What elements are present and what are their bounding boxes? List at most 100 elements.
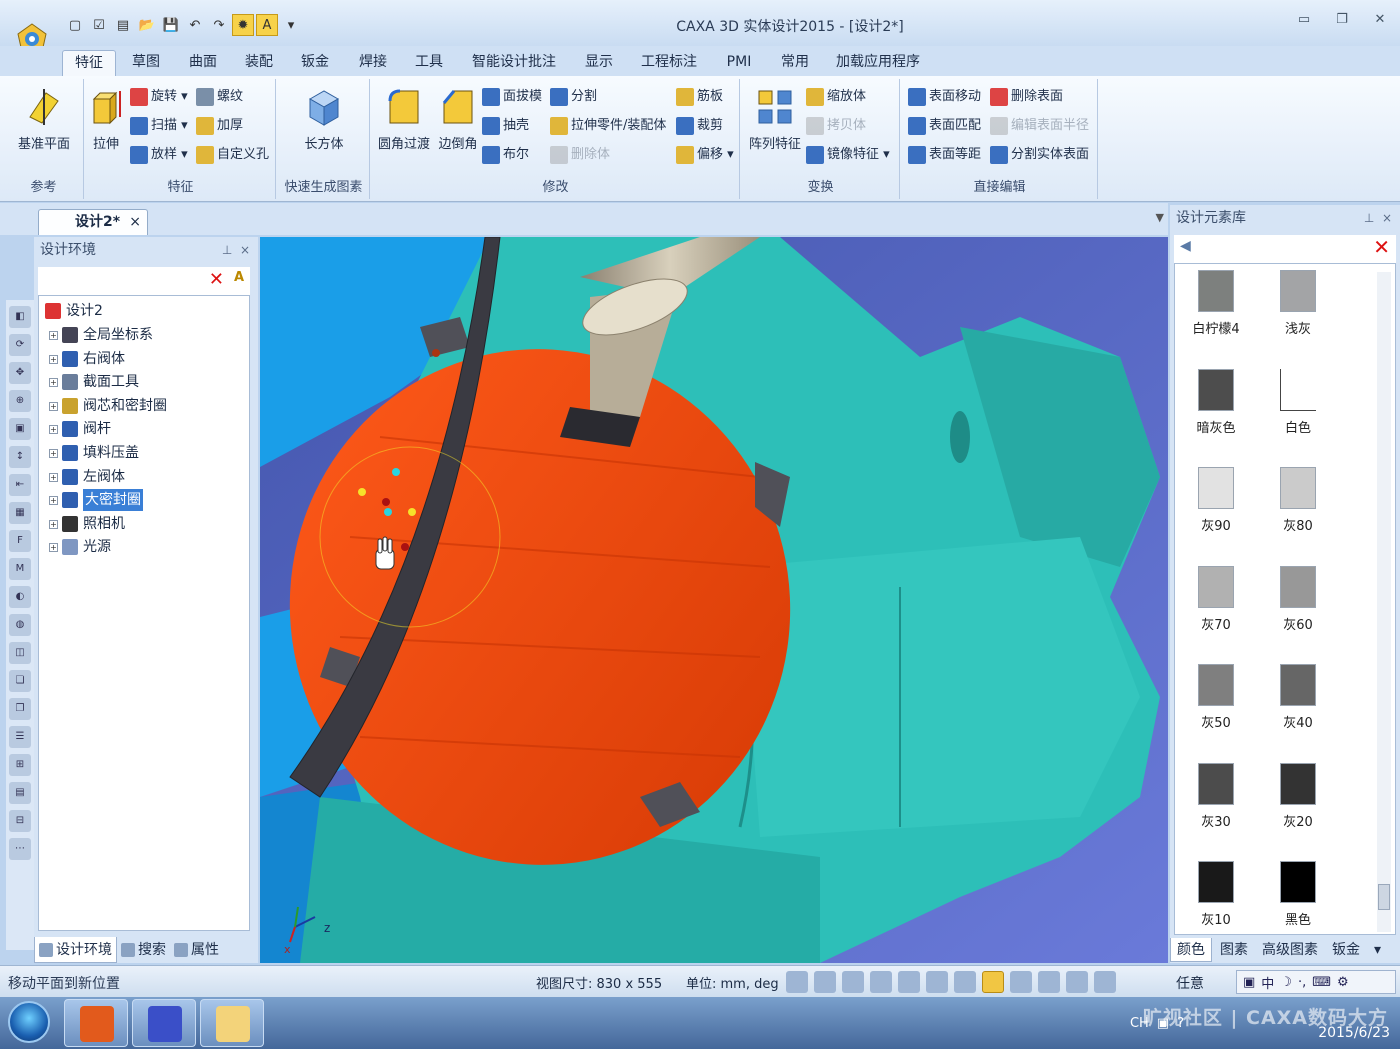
tree-node[interactable]: + 全局坐标系	[49, 324, 153, 346]
new-drawing-icon[interactable]: ▤	[112, 14, 134, 36]
taskbar-app-caxa[interactable]	[132, 999, 196, 1047]
tree-node[interactable]: + 光源	[49, 536, 111, 558]
pan-icon[interactable]: ✥	[9, 362, 31, 384]
paste-icon[interactable]: ❐	[9, 698, 31, 720]
delete-face-button[interactable]: 删除表面	[990, 85, 1063, 109]
tab-properties[interactable]: 属性	[170, 937, 223, 963]
color-swatch[interactable]: 灰70	[1175, 562, 1257, 650]
maximize-button[interactable]: ❐	[1330, 12, 1354, 32]
open-folder-icon[interactable]: 📂	[136, 14, 158, 36]
library-tabs-dropdown-icon[interactable]: ▾	[1368, 938, 1387, 962]
extrude-button[interactable]: 拉伸	[86, 87, 126, 152]
zoom-window-icon[interactable]	[814, 971, 836, 993]
delete-body-button[interactable]: 删除体	[550, 143, 610, 167]
custom-hole-button[interactable]: 自定义孔	[196, 143, 269, 167]
stretch-part-button[interactable]: 拉伸零件/装配体	[550, 114, 666, 138]
new-file-icon[interactable]: ▢	[64, 14, 86, 36]
expand-icon[interactable]: +	[49, 424, 58, 434]
view-window-icon[interactable]: ▣	[9, 418, 31, 440]
paint-icon[interactable]	[926, 971, 948, 993]
expand-icon[interactable]: +	[49, 519, 58, 529]
ime-keyboard-icon[interactable]: ⌨	[1312, 975, 1331, 990]
shell-button[interactable]: 抽壳	[482, 114, 529, 138]
tree-node[interactable]: + 照相机	[49, 513, 125, 535]
expand-icon[interactable]: +	[49, 448, 58, 458]
light-bulb-icon[interactable]: ✹	[232, 14, 254, 36]
color-swatch[interactable]: 灰50	[1175, 660, 1257, 748]
close-button[interactable]: ✕	[1368, 12, 1392, 32]
tab-search[interactable]: 搜索	[117, 937, 170, 963]
orbit-icon[interactable]: ⟳	[9, 334, 31, 356]
library-pin-icon[interactable]: ⊥	[1364, 211, 1374, 225]
render-mode-icon[interactable]	[982, 971, 1004, 993]
select-arrow-icon[interactable]	[1066, 971, 1088, 993]
table-icon[interactable]: ▤	[9, 782, 31, 804]
sweep-button[interactable]: 扫描 ▾	[130, 114, 188, 138]
ime-lang[interactable]: 中	[1261, 973, 1274, 992]
redo-icon[interactable]: ↷	[208, 14, 230, 36]
color-swatch[interactable]: 灰60	[1257, 562, 1339, 650]
document-tab[interactable]: 设计2* ×	[38, 209, 148, 235]
library-close-icon[interactable]: ×	[1382, 211, 1392, 225]
draft-face-button[interactable]: 面拔模	[482, 85, 542, 109]
scroll-thumb[interactable]	[1378, 884, 1390, 910]
ime-moon-icon[interactable]: ☽	[1280, 975, 1292, 990]
start-button[interactable]	[8, 1001, 50, 1043]
pattern-feature-button[interactable]: 阵列特征	[744, 87, 806, 152]
revolve-button[interactable]: 旋转 ▾	[130, 85, 188, 109]
tab-welding[interactable]: 焊接	[350, 50, 396, 76]
color-swatch[interactable]: 灰90	[1175, 463, 1257, 551]
color-swatch[interactable]: 灰20	[1257, 759, 1339, 847]
color-swatch[interactable]: 黑色	[1257, 857, 1339, 945]
view-orient-icon[interactable]	[842, 971, 864, 993]
tab-smart-annotation[interactable]: 智能设计批注	[466, 50, 562, 76]
library-scrollbar[interactable]	[1377, 272, 1391, 932]
tab-assembly[interactable]: 装配	[236, 50, 282, 76]
color-swatch[interactable]: 暗灰色	[1175, 365, 1257, 453]
zoom-icon[interactable]: ⊕	[9, 390, 31, 412]
pointer-icon[interactable]	[1094, 971, 1116, 993]
layer-icon[interactable]: ☰	[9, 726, 31, 748]
tree-node[interactable]: + 左阀体	[49, 466, 125, 488]
color-swatch[interactable]: 白色	[1257, 365, 1339, 453]
measure-icon[interactable]: ⇤	[9, 474, 31, 496]
tab-sheet-metal[interactable]: 钣金	[292, 50, 338, 76]
render-icon[interactable]: ◐	[9, 586, 31, 608]
filter-icon[interactable]	[1038, 971, 1060, 993]
split-button[interactable]: 分割	[550, 85, 597, 109]
tree-node[interactable]: + 截面工具	[49, 371, 139, 393]
pin-icon[interactable]: ⊥	[222, 243, 232, 257]
text-tool-icon[interactable]: A	[256, 14, 278, 36]
expand-icon[interactable]: +	[49, 542, 58, 552]
expand-icon[interactable]: +	[49, 401, 58, 411]
color-swatch[interactable]: 白柠檬4	[1175, 266, 1257, 354]
tab-color[interactable]: 颜色	[1170, 938, 1212, 962]
tray-ime-icon[interactable]: ▣	[1157, 1016, 1169, 1031]
split-solid-face-button[interactable]: 分割实体表面	[990, 143, 1089, 167]
expand-icon[interactable]: +	[49, 472, 58, 482]
library-remove-icon[interactable]: ✕	[1373, 235, 1390, 259]
glasses-icon[interactable]	[954, 971, 976, 993]
tab-sketch[interactable]: 草图	[122, 50, 170, 76]
tree-text-tool-icon[interactable]: A	[234, 270, 244, 285]
move-tool-icon[interactable]	[898, 971, 920, 993]
tab-common[interactable]: 常用	[772, 50, 818, 76]
tree-node[interactable]: + 阀杆	[49, 418, 111, 440]
tab-design-environment[interactable]: 设计环境	[34, 937, 117, 963]
ime-mode-icon[interactable]: ▣	[1243, 975, 1255, 990]
move-face-button[interactable]: 表面移动	[908, 85, 981, 109]
boolean-button[interactable]: 布尔	[482, 143, 529, 167]
fillet-button[interactable]: 圆角过渡	[374, 87, 434, 152]
fem-icon[interactable]: M	[9, 558, 31, 580]
color-swatch[interactable]: 灰40	[1257, 660, 1339, 748]
view-box-icon[interactable]	[870, 971, 892, 993]
rib-button[interactable]: 筋板	[676, 85, 723, 109]
move-icon[interactable]: ↕	[9, 446, 31, 468]
match-face-button[interactable]: 表面匹配	[908, 114, 981, 138]
new-template-icon[interactable]: ☑	[88, 14, 110, 36]
minimize-button[interactable]: ▭	[1292, 12, 1316, 32]
close-tab-icon[interactable]: ×	[129, 210, 141, 234]
tab-primitives[interactable]: 图素	[1214, 938, 1254, 962]
view-tool-icon[interactable]: ◧	[9, 306, 31, 328]
tree-node-root[interactable]: 设计2	[45, 300, 103, 322]
